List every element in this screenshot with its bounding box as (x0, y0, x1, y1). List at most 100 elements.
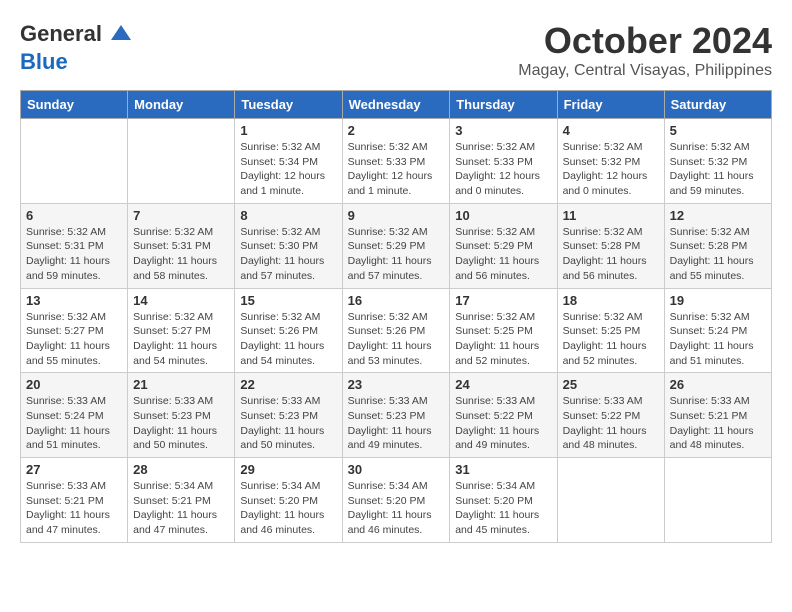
calendar-cell: 15 Sunrise: 5:32 AM Sunset: 5:26 PM Dayli… (235, 288, 342, 373)
day-info: Sunrise: 5:34 AM Sunset: 5:20 PM Dayligh… (240, 479, 336, 538)
day-info: Sunrise: 5:33 AM Sunset: 5:22 PM Dayligh… (455, 394, 551, 453)
calendar-body: 1 Sunrise: 5:32 AM Sunset: 5:34 PM Daylig… (21, 119, 772, 543)
weekday-header: Friday (557, 91, 664, 119)
day-number: 29 (240, 462, 336, 477)
calendar-cell (557, 458, 664, 543)
day-number: 21 (133, 377, 229, 392)
calendar-cell: 16Sunrise: 5:32 AM Sunset: 5:26 PM Dayli… (342, 288, 450, 373)
day-number: 25 (563, 377, 659, 392)
calendar-week-row: 20 Sunrise: 5:33 AM Sunset: 5:24 PM Dayli… (21, 373, 772, 458)
day-info: Sunrise: 5:33 AM Sunset: 5:24 PM Dayligh… (26, 394, 122, 453)
calendar-cell: 30Sunrise: 5:34 AM Sunset: 5:20 PM Dayli… (342, 458, 450, 543)
calendar-cell: 18Sunrise: 5:32 AM Sunset: 5:25 PM Dayli… (557, 288, 664, 373)
day-number: 5 (670, 123, 766, 138)
day-number: 11 (563, 208, 659, 223)
day-number: 3 (455, 123, 551, 138)
month-title: October 2024 (518, 20, 772, 62)
day-info: Sunrise: 5:32 AM Sunset: 5:32 PM Dayligh… (563, 140, 659, 199)
day-info: Sunrise: 5:32 AM Sunset: 5:30 PM Dayligh… (240, 225, 336, 284)
day-number: 27 (26, 462, 122, 477)
day-info: Sunrise: 5:33 AM Sunset: 5:21 PM Dayligh… (26, 479, 122, 538)
day-number: 6 (26, 208, 122, 223)
weekday-header: Thursday (450, 91, 557, 119)
calendar-table: SundayMondayTuesdayWednesdayThursdayFrid… (20, 90, 772, 543)
calendar-cell: 10 Sunrise: 5:32 AM Sunset: 5:29 PM Dayli… (450, 203, 557, 288)
day-info: Sunrise: 5:32 AM Sunset: 5:25 PM Dayligh… (455, 310, 551, 369)
logo-general: General (20, 21, 102, 46)
calendar-week-row: 1 Sunrise: 5:32 AM Sunset: 5:34 PM Daylig… (21, 119, 772, 204)
day-number: 28 (133, 462, 229, 477)
calendar-header-row: SundayMondayTuesdayWednesdayThursdayFrid… (21, 91, 772, 119)
day-number: 31 (455, 462, 551, 477)
calendar-cell: 12Sunrise: 5:32 AM Sunset: 5:28 PM Dayli… (664, 203, 771, 288)
calendar-cell: 1 Sunrise: 5:32 AM Sunset: 5:34 PM Daylig… (235, 119, 342, 204)
day-info: Sunrise: 5:32 AM Sunset: 5:29 PM Dayligh… (348, 225, 445, 284)
day-info: Sunrise: 5:34 AM Sunset: 5:21 PM Dayligh… (133, 479, 229, 538)
calendar-cell (664, 458, 771, 543)
day-info: Sunrise: 5:32 AM Sunset: 5:28 PM Dayligh… (670, 225, 766, 284)
day-number: 15 (240, 293, 336, 308)
day-number: 9 (348, 208, 445, 223)
weekday-header: Tuesday (235, 91, 342, 119)
day-info: Sunrise: 5:32 AM Sunset: 5:28 PM Dayligh… (563, 225, 659, 284)
title-block: October 2024 Magay, Central Visayas, Phi… (518, 20, 772, 80)
day-info: Sunrise: 5:33 AM Sunset: 5:23 PM Dayligh… (240, 394, 336, 453)
day-number: 13 (26, 293, 122, 308)
day-number: 30 (348, 462, 445, 477)
day-info: Sunrise: 5:32 AM Sunset: 5:29 PM Dayligh… (455, 225, 551, 284)
calendar-cell: 14 Sunrise: 5:32 AM Sunset: 5:27 PM Dayli… (128, 288, 235, 373)
day-number: 24 (455, 377, 551, 392)
weekday-header: Saturday (664, 91, 771, 119)
calendar-cell: 13 Sunrise: 5:32 AM Sunset: 5:27 PM Dayli… (21, 288, 128, 373)
day-number: 17 (455, 293, 551, 308)
day-number: 20 (26, 377, 122, 392)
day-number: 23 (348, 377, 445, 392)
calendar-cell: 21Sunrise: 5:33 AM Sunset: 5:23 PM Dayli… (128, 373, 235, 458)
calendar-cell: 17 Sunrise: 5:32 AM Sunset: 5:25 PM Dayli… (450, 288, 557, 373)
day-number: 10 (455, 208, 551, 223)
calendar-cell: 20 Sunrise: 5:33 AM Sunset: 5:24 PM Dayli… (21, 373, 128, 458)
day-number: 4 (563, 123, 659, 138)
calendar-cell: 25 Sunrise: 5:33 AM Sunset: 5:22 PM Dayli… (557, 373, 664, 458)
weekday-header: Wednesday (342, 91, 450, 119)
calendar-cell: 3 Sunrise: 5:32 AM Sunset: 5:33 PM Daylig… (450, 119, 557, 204)
day-number: 8 (240, 208, 336, 223)
weekday-header: Monday (128, 91, 235, 119)
calendar-cell: 23 Sunrise: 5:33 AM Sunset: 5:23 PM Dayli… (342, 373, 450, 458)
day-info: Sunrise: 5:32 AM Sunset: 5:34 PM Dayligh… (240, 140, 336, 199)
day-number: 1 (240, 123, 336, 138)
day-info: Sunrise: 5:33 AM Sunset: 5:23 PM Dayligh… (348, 394, 445, 453)
logo: General Blue (20, 20, 136, 74)
calendar-cell (21, 119, 128, 204)
calendar-cell: 26Sunrise: 5:33 AM Sunset: 5:21 PM Dayli… (664, 373, 771, 458)
day-info: Sunrise: 5:32 AM Sunset: 5:25 PM Dayligh… (563, 310, 659, 369)
day-number: 19 (670, 293, 766, 308)
calendar-cell: 29 Sunrise: 5:34 AM Sunset: 5:20 PM Dayli… (235, 458, 342, 543)
day-number: 26 (670, 377, 766, 392)
day-info: Sunrise: 5:32 AM Sunset: 5:33 PM Dayligh… (455, 140, 551, 199)
calendar-cell: 2 Sunrise: 5:32 AM Sunset: 5:33 PM Daylig… (342, 119, 450, 204)
calendar-cell: 8 Sunrise: 5:32 AM Sunset: 5:30 PM Daylig… (235, 203, 342, 288)
day-info: Sunrise: 5:32 AM Sunset: 5:32 PM Dayligh… (670, 140, 766, 199)
calendar-cell: 27 Sunrise: 5:33 AM Sunset: 5:21 PM Dayli… (21, 458, 128, 543)
calendar-cell: 19Sunrise: 5:32 AM Sunset: 5:24 PM Dayli… (664, 288, 771, 373)
day-info: Sunrise: 5:32 AM Sunset: 5:26 PM Dayligh… (348, 310, 445, 369)
day-info: Sunrise: 5:32 AM Sunset: 5:33 PM Dayligh… (348, 140, 445, 199)
day-number: 2 (348, 123, 445, 138)
day-number: 7 (133, 208, 229, 223)
day-info: Sunrise: 5:34 AM Sunset: 5:20 PM Dayligh… (455, 479, 551, 538)
day-info: Sunrise: 5:33 AM Sunset: 5:22 PM Dayligh… (563, 394, 659, 453)
day-info: Sunrise: 5:32 AM Sunset: 5:26 PM Dayligh… (240, 310, 336, 369)
calendar-cell (128, 119, 235, 204)
day-info: Sunrise: 5:32 AM Sunset: 5:27 PM Dayligh… (133, 310, 229, 369)
logo-blue: Blue (20, 50, 136, 74)
calendar-cell: 11 Sunrise: 5:32 AM Sunset: 5:28 PM Dayli… (557, 203, 664, 288)
day-info: Sunrise: 5:32 AM Sunset: 5:27 PM Dayligh… (26, 310, 122, 369)
calendar-week-row: 13 Sunrise: 5:32 AM Sunset: 5:27 PM Dayli… (21, 288, 772, 373)
calendar-cell: 24 Sunrise: 5:33 AM Sunset: 5:22 PM Dayli… (450, 373, 557, 458)
day-number: 14 (133, 293, 229, 308)
calendar-cell: 28 Sunrise: 5:34 AM Sunset: 5:21 PM Dayli… (128, 458, 235, 543)
calendar-week-row: 27 Sunrise: 5:33 AM Sunset: 5:21 PM Dayli… (21, 458, 772, 543)
calendar-cell: 7Sunrise: 5:32 AM Sunset: 5:31 PM Daylig… (128, 203, 235, 288)
page-header: General Blue October 2024 Magay, Central… (20, 20, 772, 80)
